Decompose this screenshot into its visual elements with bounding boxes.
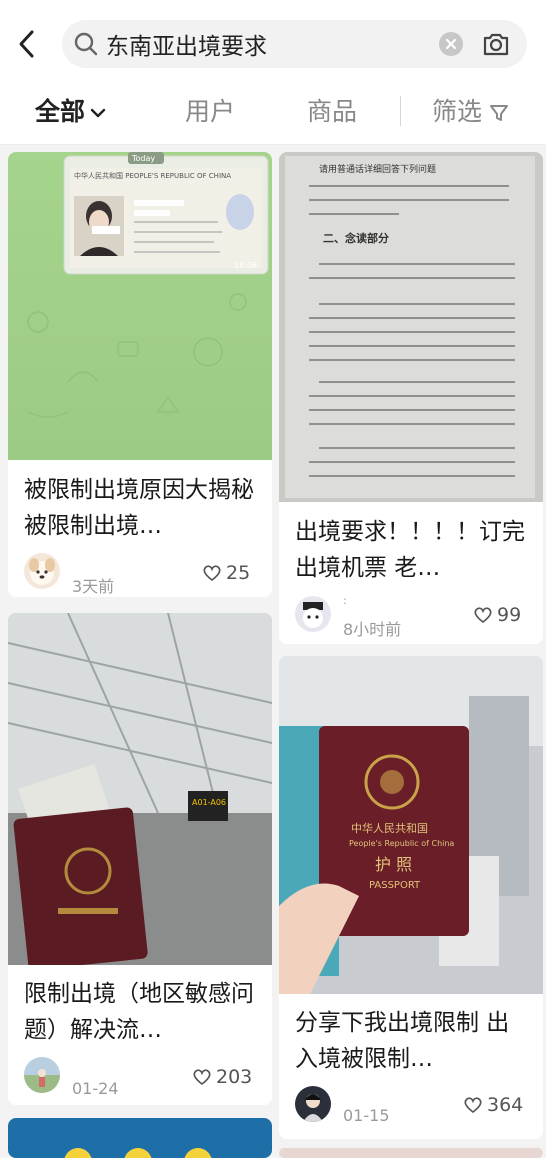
like-button[interactable]: 203 [192,1066,252,1088]
passport-cover-en: People's Republic of China [349,839,454,848]
like-button[interactable]: 99 [473,604,521,626]
passport-header-text: 中华人民共和国 PEOPLE'S REPUBLIC OF CHINA [74,171,231,180]
doc-section: 二、念读部分 [323,231,389,245]
card-cover-image: 中华人民共和国 People's Republic of China 护 照 P… [279,656,543,994]
passport-cover-cn: 中华人民共和国 [351,821,428,835]
tab-all[interactable]: 全部 [35,92,107,128]
card-title: 分享下我出境限制 出入境被限制… [295,1010,510,1072]
heart-icon [464,1097,482,1114]
note-card[interactable]: 中华人民共和国 People's Republic of China 护 照 P… [279,656,543,1139]
card-title: 被限制出境原因大揭秘 被限制出境… [24,477,254,539]
post-time: 8小时前 [343,620,402,639]
search-icon [72,30,100,58]
tab-divider [400,96,401,126]
card-cover-image: 请用普通话详细回答下列问题 二、念读部分 [279,152,543,502]
photo-time: 18:08 [234,261,257,270]
like-button[interactable]: 364 [463,1094,523,1116]
note-card[interactable] [8,1118,272,1158]
tab-filter[interactable]: 筛选 [432,92,510,128]
post-time: 01-24 [72,1079,119,1098]
avatar[interactable] [295,596,331,632]
like-button[interactable]: 25 [202,562,250,584]
tab-users[interactable]: 用户 [185,92,235,128]
heart-icon [474,607,492,624]
back-icon[interactable] [14,26,42,62]
avatar[interactable] [295,1086,331,1122]
search-bar[interactable] [62,20,527,68]
note-card[interactable]: 请用普通话详细回答下列问题 二、念读部分 出境要求！！！！订完出境机票 老… :… [279,152,543,644]
tab-filter-label: 筛选 [432,97,483,126]
search-input[interactable] [106,26,426,62]
like-count: 203 [216,1066,253,1088]
top-bar [0,0,546,88]
camera-icon[interactable] [480,28,512,60]
avatar[interactable] [24,553,60,589]
like-count: 99 [497,604,522,626]
today-badge: Today [131,154,155,163]
like-count: 364 [487,1094,524,1116]
card-cover-image: 中华人民共和国 PEOPLE'S REPUBLIC OF CHINA Today… [8,152,272,460]
gate-sign: A01-A06 [192,798,226,807]
like-count: 25 [226,562,251,584]
heart-icon [193,1069,211,1086]
note-card[interactable]: 中华人民共和国 PEOPLE'S REPUBLIC OF CHINA Today… [8,152,272,597]
doc-heading: 请用普通话详细回答下列问题 [319,163,436,175]
user-name: : [343,594,347,607]
passport-cover-passport: PASSPORT [369,880,421,891]
card-cover-image [8,1118,272,1158]
filter-tabs: 全部 用户 商品 筛选 [0,88,546,145]
note-card[interactable]: A01-A06 限制出境（地区敏感问题）解决流… 01-24 203 [8,613,272,1105]
card-title: 出境要求！！！！订完出境机票 老… [295,519,525,581]
filter-icon [490,105,509,121]
card-cover-image [279,1148,543,1158]
chevron-down-icon [90,108,106,118]
note-card[interactable] [279,1148,543,1158]
passport-cover-title: 护 照 [375,855,412,874]
avatar[interactable] [24,1057,60,1093]
card-title: 限制出境（地区敏感问题）解决流… [24,981,254,1043]
card-cover-image: A01-A06 [8,613,272,965]
tab-all-label: 全部 [35,97,86,126]
heart-icon [203,565,221,582]
tab-products[interactable]: 商品 [307,92,357,128]
post-time: 01-15 [343,1106,390,1125]
clear-icon[interactable] [439,32,463,56]
post-time: 3天前 [72,577,115,596]
